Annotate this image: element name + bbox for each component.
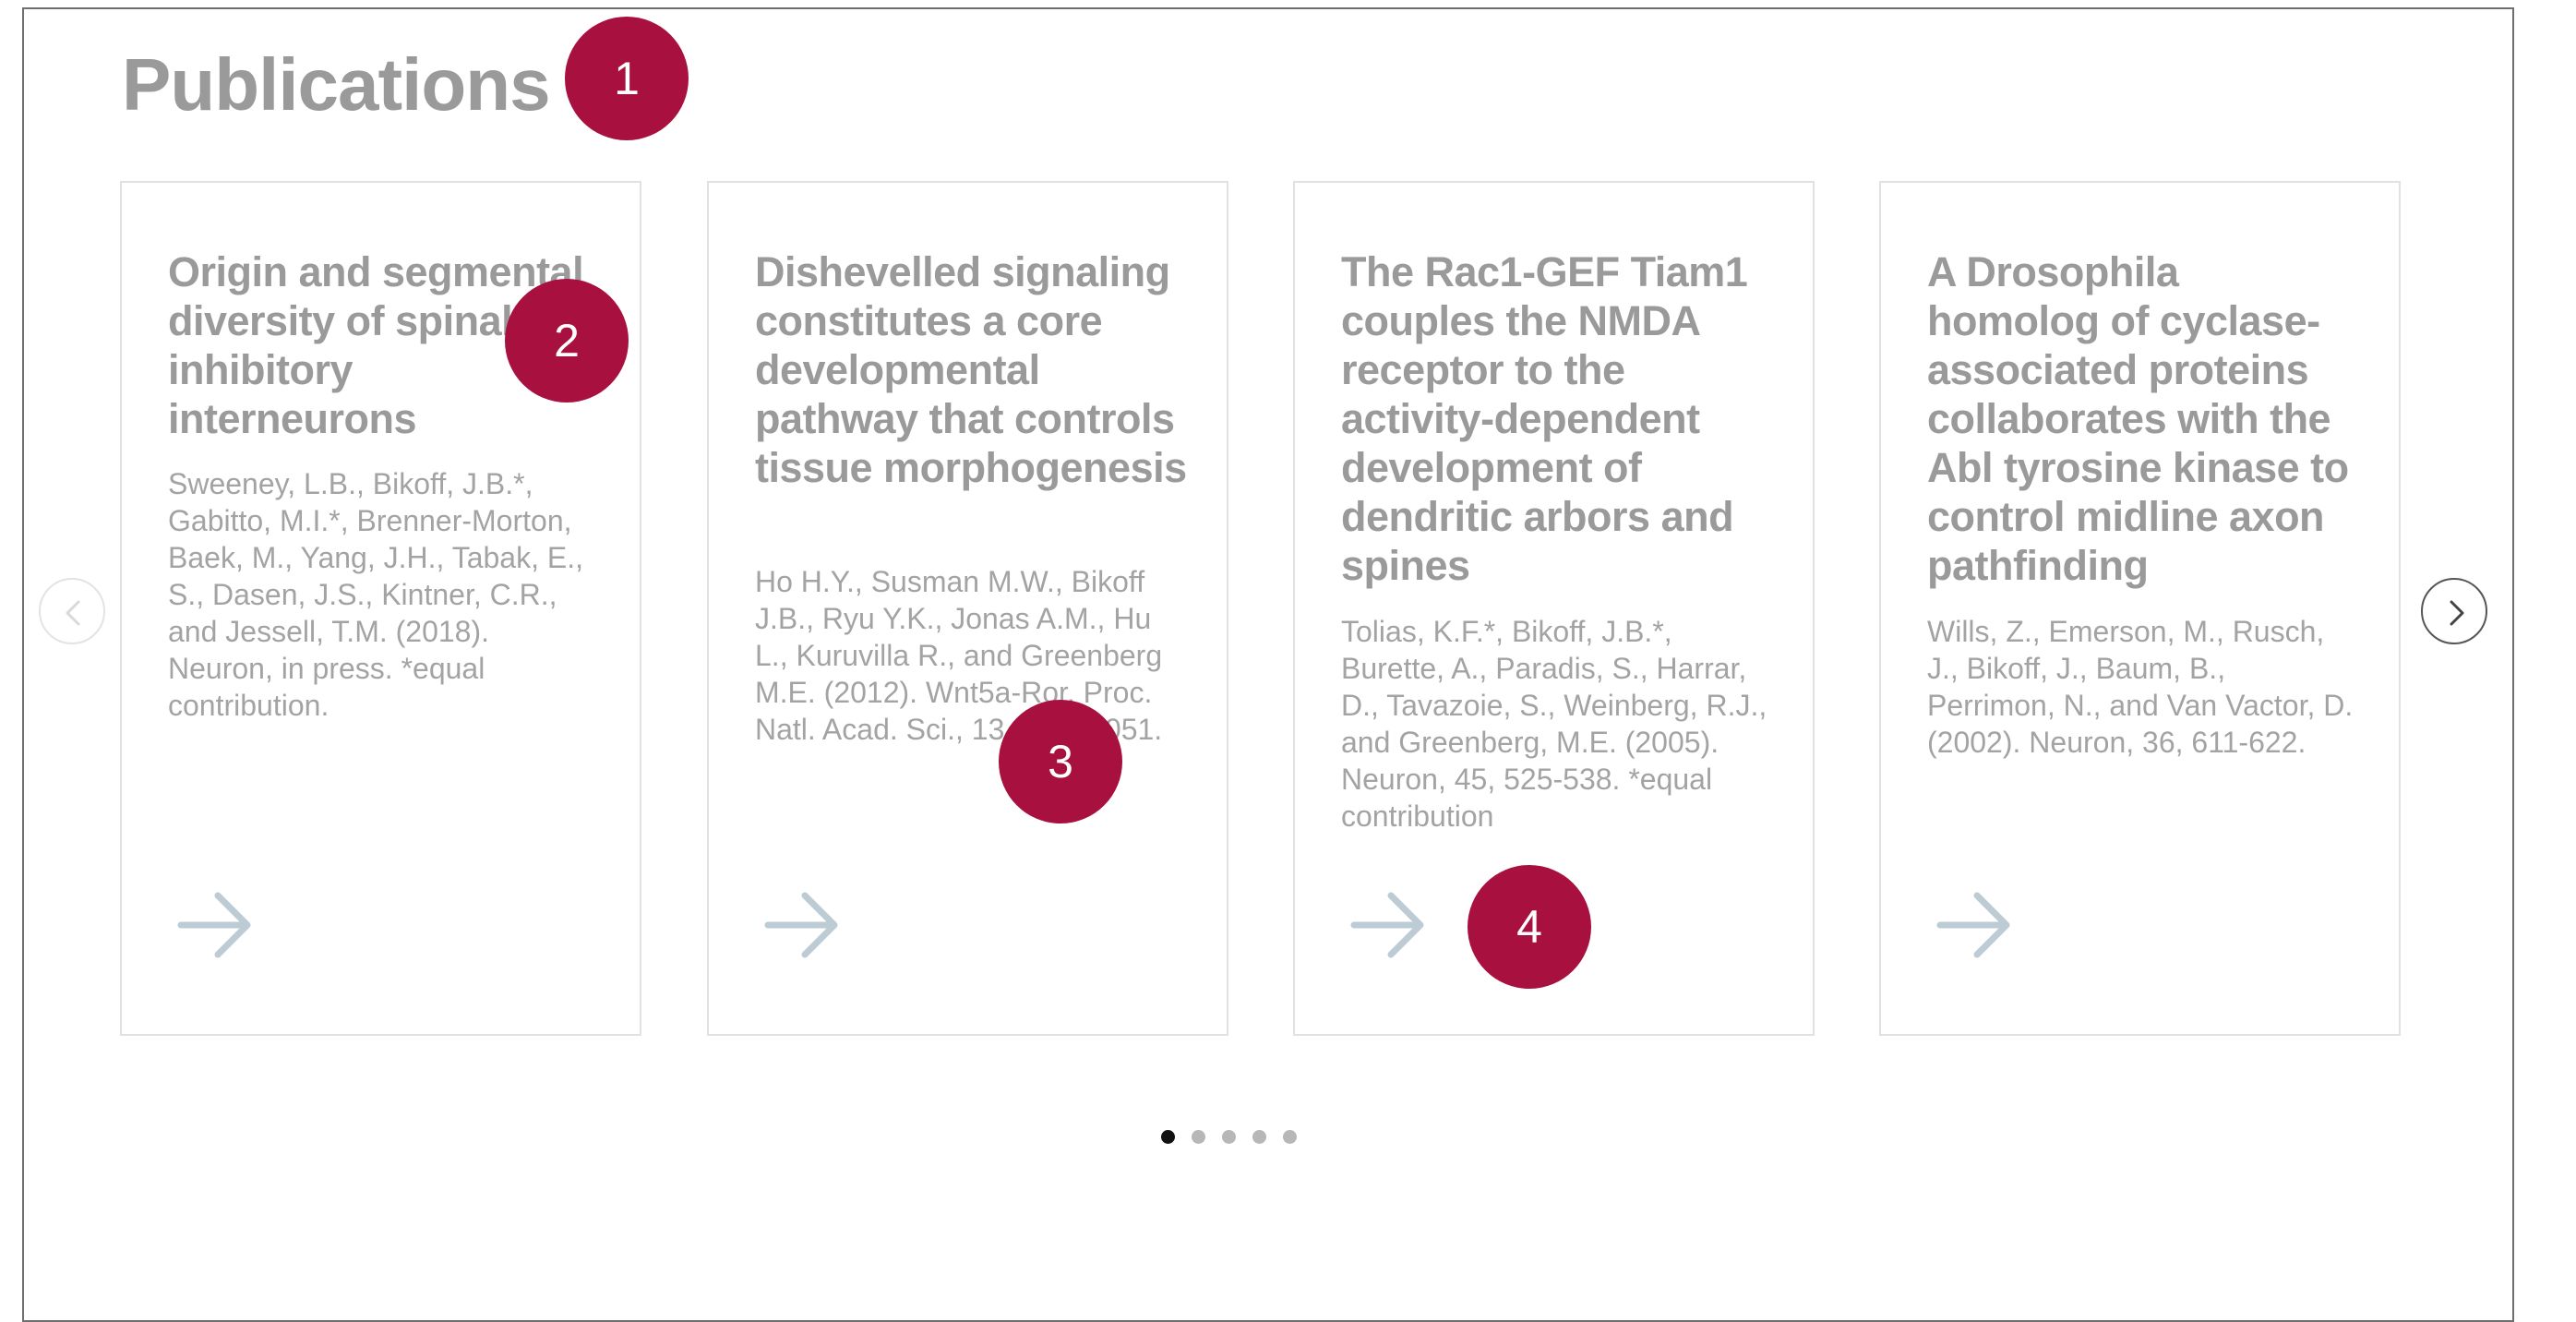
chevron-right-icon	[2450, 600, 2464, 626]
carousel-next-button[interactable]	[2421, 578, 2487, 644]
publication-title[interactable]: The Rac1-GEF Tiam1 couples the NMDA rece…	[1341, 247, 1775, 590]
publication-citation: Wills, Z., Emerson, M., Rusch, J., Bikof…	[1927, 615, 2354, 759]
carousel-dot[interactable]	[1283, 1130, 1297, 1144]
carousel-dot[interactable]	[1222, 1130, 1236, 1144]
publication-citation: Ho H.Y., Susman M.W., Bikoff J.B., Ryu Y…	[755, 565, 1163, 746]
carousel-prev-button[interactable]	[39, 578, 105, 644]
publication-title[interactable]: Dishevelled signaling constitutes a core…	[755, 247, 1189, 492]
annotation-marker: 3	[999, 700, 1122, 823]
carousel-pagination	[1161, 1130, 1297, 1145]
carousel-dot[interactable]	[1161, 1130, 1175, 1144]
publication-card[interactable]: A Drosophila homolog of cyclase-associat…	[1879, 181, 2401, 1036]
annotation-marker: 2	[505, 279, 629, 403]
chevron-left-icon	[66, 600, 80, 626]
publication-title[interactable]: A Drosophila homolog of cyclase-associat…	[1927, 247, 2361, 590]
carousel-dot[interactable]	[1192, 1130, 1205, 1144]
arrow-right-icon[interactable]	[1936, 890, 2014, 960]
publication-citation: Tolias, K.F.*, Bikoff, J.B.*, Burette, A…	[1341, 615, 1767, 833]
arrow-right-icon[interactable]	[1350, 890, 1428, 960]
carousel-dot[interactable]	[1252, 1130, 1266, 1144]
publication-citation: Sweeney, L.B., Bikoff, J.B.*, Gabitto, M…	[168, 467, 583, 722]
annotation-marker: 4	[1468, 865, 1591, 989]
arrow-right-icon[interactable]	[177, 890, 255, 960]
publication-card[interactable]: Dishevelled signaling constitutes a core…	[707, 181, 1228, 1036]
annotation-marker: 1	[565, 17, 689, 140]
arrow-right-icon[interactable]	[764, 890, 842, 960]
section-title: Publications	[122, 43, 551, 126]
